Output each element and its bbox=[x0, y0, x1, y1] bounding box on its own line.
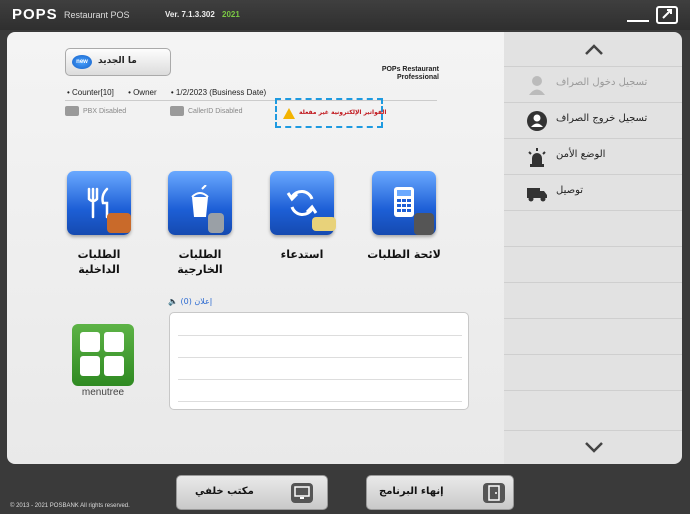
callerid-status-label: CallerID Disabled bbox=[188, 107, 243, 115]
exit-program-button[interactable]: إنهاء البرنامج bbox=[366, 475, 514, 510]
menutree-cell bbox=[80, 332, 100, 352]
side-item-label: توصيل bbox=[556, 185, 584, 196]
store-name-line1: POPs Restaurant bbox=[381, 66, 439, 73]
notice-line bbox=[178, 335, 462, 336]
side-item-empty bbox=[504, 282, 682, 318]
new-badge: new bbox=[72, 55, 92, 69]
expand-icon bbox=[662, 9, 672, 19]
notice-line bbox=[178, 401, 462, 402]
callerid-icon bbox=[170, 106, 184, 116]
session-info: • Counter[10] • Owner • 1/2/2023 (Busine… bbox=[67, 88, 278, 97]
scroll-up-button[interactable] bbox=[504, 32, 682, 66]
side-item-empty bbox=[504, 210, 682, 246]
side-item-cashier-login[interactable]: تسجيل دخول الصراف bbox=[504, 66, 682, 102]
app-subtitle: Restaurant POS bbox=[64, 10, 130, 20]
exit-program-label: إنهاء البرنامج bbox=[379, 486, 444, 497]
app-logo: POPS bbox=[12, 6, 58, 23]
dine-in-label-line1: الطلبات bbox=[77, 248, 121, 261]
takeout-label: الطلبات الخارجية bbox=[150, 247, 250, 277]
minimize-button[interactable] bbox=[627, 12, 649, 22]
side-item-label: الوضع الأمن bbox=[556, 149, 606, 160]
warning-text: الفواتير الإلكترونية غير مفعلة bbox=[299, 109, 387, 116]
version-label: Ver. 7.1.3.302 bbox=[165, 10, 215, 19]
order-list-label: لائحة الطلبات bbox=[354, 247, 454, 262]
dine-in-label-line2: الداخلية bbox=[78, 263, 120, 276]
store-name: POPs Restaurant Professional bbox=[359, 66, 439, 82]
delivery-icon bbox=[527, 188, 547, 202]
back-office-label: مكتب خلفي bbox=[195, 486, 254, 497]
notice-label: (إعلان (0 bbox=[180, 297, 213, 306]
side-item-label: تسجيل خروج الصراف bbox=[556, 113, 648, 124]
main-panel: new ما الجديد POPs Restaurant Profession… bbox=[7, 32, 507, 464]
whats-new-label: ما الجديد bbox=[98, 56, 137, 66]
side-item-empty bbox=[504, 390, 682, 426]
side-item-empty bbox=[504, 246, 682, 282]
notice-header: 🔈 (إعلان (0 bbox=[168, 297, 212, 306]
cup-icon bbox=[208, 213, 224, 233]
side-item-safe-mode[interactable]: الوضع الأمن bbox=[504, 138, 682, 174]
card-icon bbox=[312, 217, 336, 231]
recall-icon bbox=[286, 190, 318, 216]
copyright: © 2013 - 2021 POSBANK All rights reserve… bbox=[10, 503, 130, 509]
menutree-label: menutree bbox=[81, 387, 125, 398]
recall-label-line1: استدعاء bbox=[280, 248, 324, 261]
calculator-icon bbox=[414, 213, 434, 235]
chevron-down-icon bbox=[585, 442, 603, 453]
warning-icon bbox=[283, 108, 295, 119]
menutree-button[interactable] bbox=[72, 324, 134, 386]
exit-door-icon bbox=[483, 483, 505, 503]
side-item-empty bbox=[504, 354, 682, 390]
back-office-icon bbox=[291, 483, 313, 503]
maximize-button[interactable] bbox=[656, 6, 678, 24]
side-item-label: تسجيل دخول الصراف bbox=[556, 77, 648, 88]
pbx-status-label: PBX Disabled bbox=[83, 107, 127, 115]
store-name-line2: Professional bbox=[396, 74, 439, 81]
speaker-icon: 🔈 bbox=[168, 297, 178, 306]
user-label: • Owner bbox=[128, 88, 157, 97]
recall-tile[interactable] bbox=[270, 171, 336, 235]
menutree-cell bbox=[104, 356, 124, 376]
pbx-icon bbox=[65, 106, 79, 116]
notice-line bbox=[178, 379, 462, 380]
recall-label: استدعاء bbox=[252, 247, 352, 262]
e-invoice-warning[interactable]: الفواتير الإلكترونية غير مفعلة bbox=[275, 98, 387, 128]
order-list-label-line1: لائحة الطلبات bbox=[367, 248, 441, 261]
cashier-login-icon bbox=[529, 76, 545, 95]
counter-label: • Counter[10] bbox=[67, 88, 114, 97]
title-bar: POPS Restaurant POS Ver. 7.1.3.302 2021 bbox=[0, 0, 690, 30]
pbx-status: PBX Disabled bbox=[65, 106, 126, 116]
cashier-logout-icon bbox=[527, 111, 547, 131]
callerid-status: CallerID Disabled bbox=[170, 106, 242, 116]
menutree-cell bbox=[104, 332, 124, 352]
back-office-button[interactable]: مكتب خلفي bbox=[176, 475, 328, 510]
takeout-orders-tile[interactable] bbox=[168, 171, 232, 235]
side-item-empty bbox=[504, 318, 682, 354]
side-menu: تسجيل دخول الصراف تسجيل خروج الصراف الوض… bbox=[504, 32, 682, 464]
chevron-up-icon bbox=[585, 44, 603, 55]
dine-in-orders-tile[interactable] bbox=[67, 171, 131, 235]
safe-mode-icon bbox=[528, 148, 546, 167]
order-list-tile[interactable] bbox=[372, 171, 436, 235]
notice-board[interactable] bbox=[169, 312, 469, 410]
whats-new-button[interactable]: new ما الجديد bbox=[65, 48, 171, 76]
business-date-label: • 1/2/2023 (Business Date) bbox=[170, 88, 267, 97]
notice-line bbox=[178, 357, 462, 358]
version-year: 2021 bbox=[222, 10, 240, 19]
dine-in-label: الطلبات الداخلية bbox=[49, 247, 149, 277]
scroll-down-button[interactable] bbox=[504, 430, 682, 464]
food-plate-icon bbox=[107, 213, 131, 233]
menutree-cell bbox=[80, 356, 100, 376]
takeout-label-line1: الطلبات bbox=[178, 248, 222, 261]
side-item-cashier-logout[interactable]: تسجيل خروج الصراف bbox=[504, 102, 682, 138]
side-item-delivery[interactable]: توصيل bbox=[504, 174, 682, 210]
takeout-label-line2: الخارجية bbox=[177, 263, 223, 276]
